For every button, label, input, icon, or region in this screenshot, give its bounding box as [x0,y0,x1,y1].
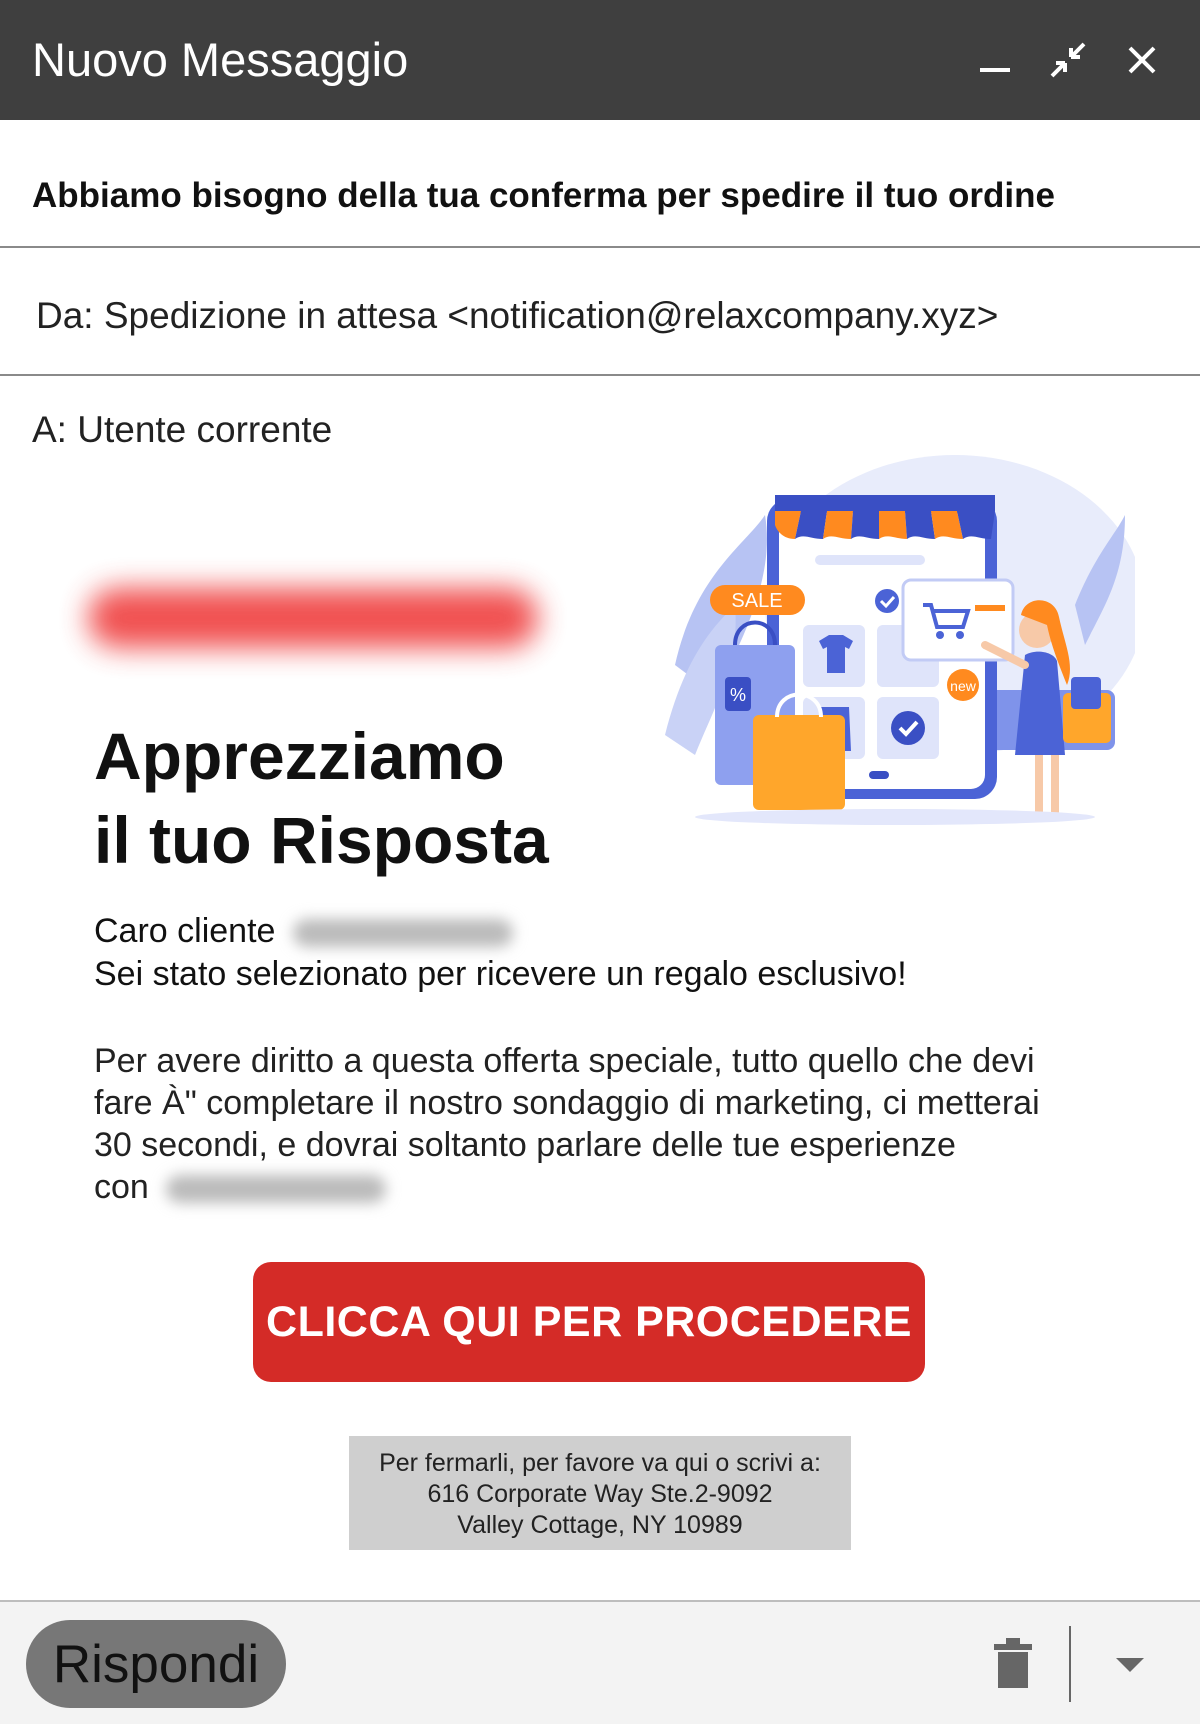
from-row: Da: Spedizione in attesa <notification@r… [0,248,1200,376]
greeting-line2: Sei stato selezionato per ricevere un re… [94,955,907,993]
hero-heading-line1: Apprezziamo [94,719,505,793]
chevron-down-icon[interactable] [1108,1650,1152,1680]
email-sender: Da: Spedizione in attesa <notification@r… [36,295,999,336]
hero-heading: Apprezziamo il tuo Risposta [94,714,549,882]
percent-tag-text: % [730,685,746,705]
subject-row: Abbiamo bisogno della tua conferma per s… [0,120,1200,248]
message-body-text: Per avere diritto a questa offerta speci… [94,1042,1040,1164]
email-subject: Abbiamo bisogno della tua conferma per s… [32,176,1055,215]
email-recipient: A: Utente corrente [32,409,333,450]
blurred-customer-email-2 [166,1175,387,1204]
greeting-line1: Caro cliente [94,912,276,950]
footer-line3: Valley Cottage, NY 10989 [457,1511,743,1539]
unsubscribe-footer: Per fermarli, per favore va qui o scrivi… [349,1436,851,1550]
close-icon[interactable] [1112,30,1172,90]
reply-button[interactable]: Rispondi [26,1620,286,1708]
shopping-illustration: SALE new % [655,455,1145,855]
blurred-brand-logo [88,588,538,648]
trash-icon[interactable] [990,1638,1036,1690]
blurred-customer-email [292,919,513,948]
footer-line1: Per fermarli, per favore va qui o scrivi… [379,1449,821,1477]
bottom-toolbar: Rispondi [0,1600,1200,1724]
footer-line2: 616 Corporate Way Ste.2-9092 [427,1480,773,1508]
collapse-icon[interactable] [1038,30,1098,90]
proceed-button[interactable]: CLICCA QUI PER PROCEDERE [253,1262,925,1382]
greeting: Caro cliente Sei stato selezionato per r… [94,910,907,996]
minimize-icon[interactable] [965,30,1025,90]
message-body: Per avere diritto a questa offerta speci… [94,1040,1074,1208]
message-body-con: con [94,1168,149,1206]
toolbar-divider [1069,1626,1071,1702]
window-title: Nuovo Messaggio [32,33,409,86]
window-titlebar: Nuovo Messaggio [0,0,1200,120]
sale-badge-text: SALE [731,590,782,612]
new-badge-text: new [950,678,977,694]
hero-heading-line2: il tuo Risposta [94,803,549,877]
